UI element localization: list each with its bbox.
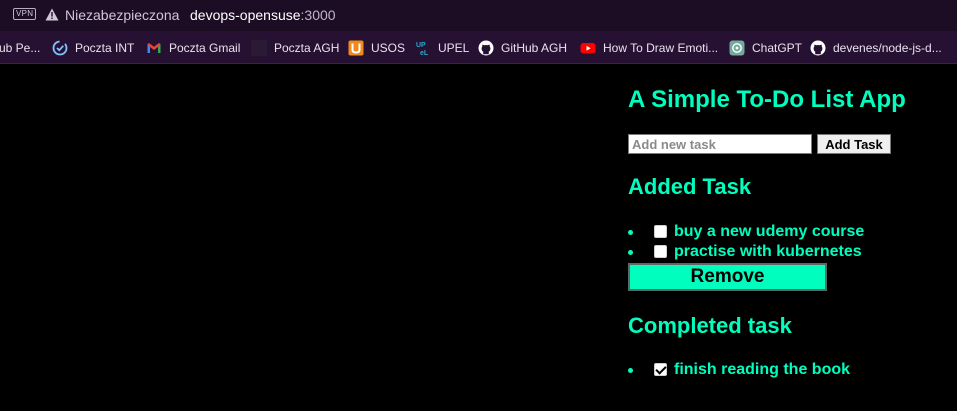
task-label: practise with kubernetes	[674, 243, 862, 260]
warning-icon	[45, 8, 59, 21]
mail-check-icon	[52, 40, 68, 55]
task-label: buy a new udemy course	[674, 223, 865, 240]
page-viewport: A Simple To-Do List App Add Task Added T…	[0, 64, 957, 411]
svg-text:eL: eL	[420, 50, 429, 56]
bookmark-label: UPEL	[438, 40, 470, 55]
svg-text:UP: UP	[416, 42, 426, 49]
bookmark-how-to-draw[interactable]: How To Draw Emoti...	[580, 39, 718, 56]
bookmark-devenes-node[interactable]: devenes/node-js-d...	[810, 39, 942, 56]
usos-icon	[348, 40, 364, 55]
bookmark-upel[interactable]: UP eL UPEL	[415, 39, 469, 56]
bookmark-label: Poczta INT	[75, 40, 135, 55]
new-task-input[interactable]	[628, 134, 812, 154]
bookmark-label: ub Pe...	[0, 40, 41, 55]
github-icon	[810, 40, 826, 55]
bookmark-poczta-agh[interactable]: Poczta AGH	[251, 39, 339, 56]
bullet-icon	[628, 250, 633, 255]
dark-site-icon	[251, 39, 267, 56]
added-task-heading: Added Task	[628, 174, 752, 199]
youtube-icon	[580, 42, 596, 53]
bookmark-label: devenes/node-js-d...	[833, 40, 942, 55]
bookmark-poczta-gmail[interactable]: Poczta Gmail	[146, 39, 240, 56]
bookmark-label: Poczta AGH	[274, 40, 340, 55]
github-icon	[478, 40, 494, 55]
bookmark-label: USOS	[371, 40, 406, 55]
bookmark-label: GitHub AGH	[501, 40, 568, 55]
bookmark-chatgpt[interactable]: ChatGPT	[729, 39, 802, 56]
task-checkbox[interactable]	[654, 225, 667, 238]
url-port: :3000	[300, 7, 336, 23]
bookmark-label: Poczta Gmail	[169, 40, 241, 55]
url-text[interactable]: devops-opensuse:3000	[190, 7, 336, 23]
bookmark-label: How To Draw Emoti...	[603, 40, 719, 55]
bookmarks-bar: ub Pe... Poczta INT Poczta Gmail Poczta …	[0, 31, 957, 64]
bookmark-github-agh[interactable]: GitHub AGH	[478, 39, 567, 56]
url-host: devops-opensuse	[190, 7, 301, 23]
bookmark-usos[interactable]: USOS	[348, 39, 405, 56]
bookmark-ub-pe[interactable]: ub Pe...	[0, 39, 40, 56]
completed-task-heading: Completed task	[628, 313, 792, 338]
address-bar[interactable]: VPN Niezabezpieczona devops-opensuse:300…	[0, 0, 957, 31]
bullet-icon	[628, 368, 633, 373]
chatgpt-icon	[729, 40, 745, 55]
task-checkbox-checked[interactable]	[654, 363, 667, 376]
bullet-icon	[628, 230, 633, 235]
bookmark-poczta-int[interactable]: Poczta INT	[52, 39, 134, 56]
task-checkbox[interactable]	[654, 245, 667, 258]
gmail-icon	[147, 42, 161, 53]
security-status[interactable]: Niezabezpieczona	[65, 7, 179, 23]
bookmark-label: ChatGPT	[752, 40, 803, 55]
page-title: A Simple To-Do List App	[628, 86, 906, 113]
add-task-button[interactable]: Add Task	[817, 134, 891, 154]
upel-icon: UP eL	[416, 42, 429, 56]
remove-button[interactable]: Remove	[628, 263, 827, 291]
task-label: finish reading the book	[674, 361, 851, 378]
vpn-badge[interactable]: VPN	[13, 8, 37, 20]
